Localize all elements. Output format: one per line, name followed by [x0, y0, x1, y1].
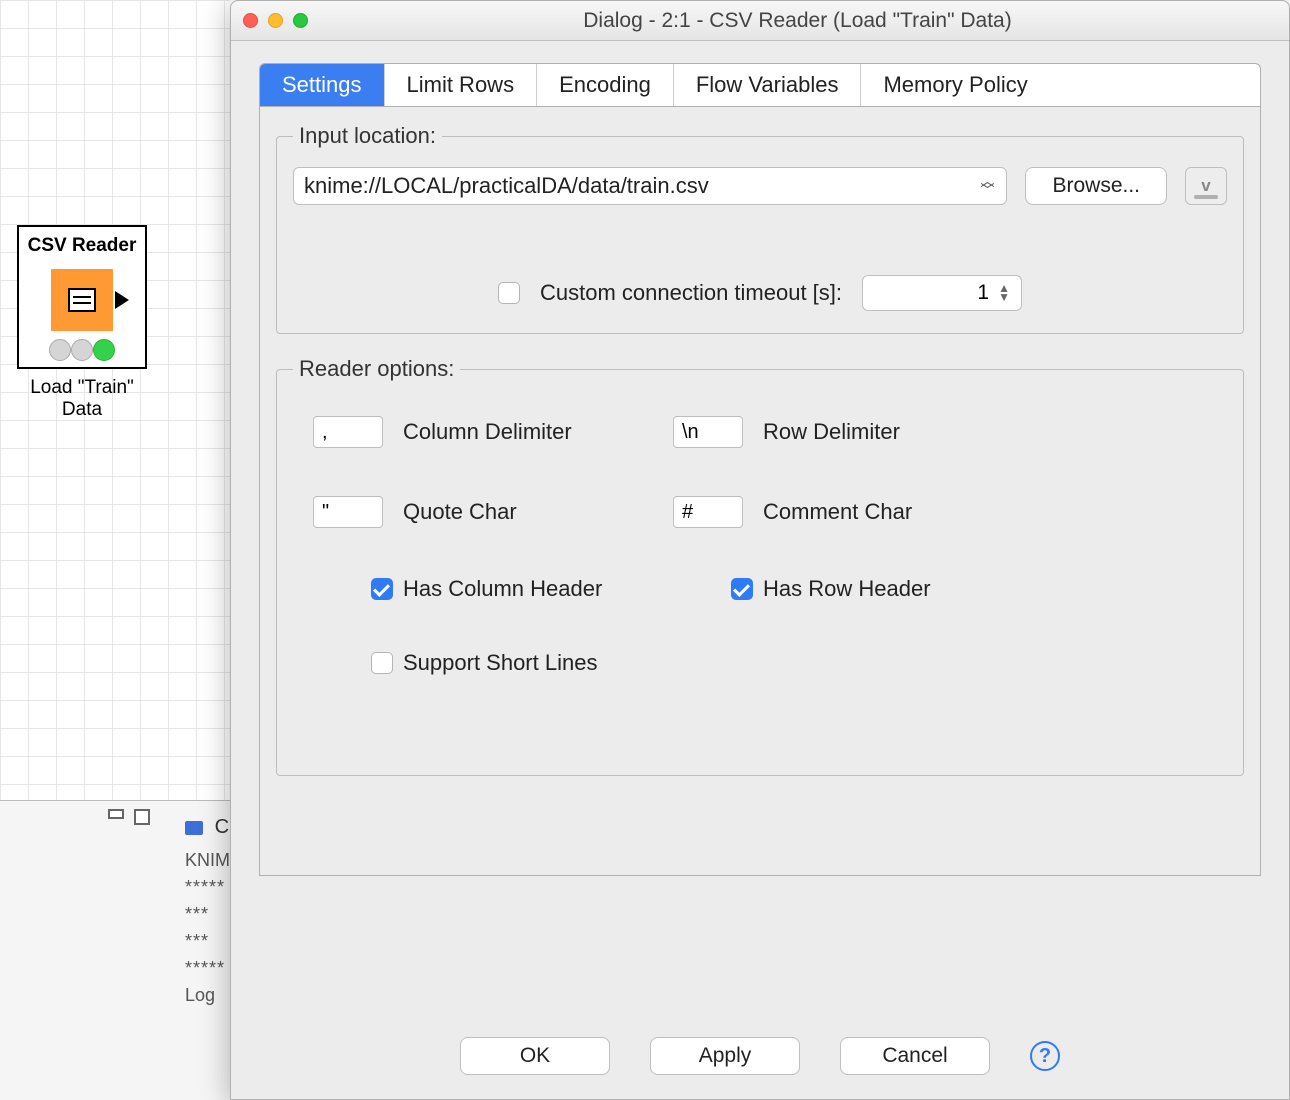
tab-settings[interactable]: Settings: [260, 64, 385, 106]
console-tab[interactable]: C: [215, 816, 229, 838]
dialog-footer: OK Apply Cancel ?: [231, 1037, 1289, 1075]
console-line: *****: [185, 955, 230, 982]
tab-encoding[interactable]: Encoding: [537, 64, 674, 106]
comment-char-label: Comment Char: [763, 499, 1023, 525]
tab-memory-policy[interactable]: Memory Policy: [861, 64, 1049, 106]
flow-variable-button[interactable]: v: [1185, 167, 1227, 205]
node-status: [21, 339, 143, 361]
timeout-input[interactable]: 1 ▲▼: [862, 275, 1022, 311]
close-icon[interactable]: [243, 13, 258, 28]
cancel-button[interactable]: Cancel: [840, 1037, 990, 1075]
maximize-panel-icon[interactable]: [134, 809, 150, 825]
row-delimiter-input[interactable]: [673, 416, 743, 448]
support-short-lines-label: Support Short Lines: [403, 650, 663, 676]
tab-flow-variables[interactable]: Flow Variables: [674, 64, 862, 106]
table-icon: [68, 288, 96, 312]
column-delimiter-input[interactable]: [313, 416, 383, 448]
timeout-label: Custom connection timeout [s]:: [540, 280, 842, 306]
apply-label: Apply: [699, 1044, 752, 1068]
output-port-icon[interactable]: [115, 291, 129, 309]
comment-char-input[interactable]: [673, 496, 743, 528]
browse-button[interactable]: Browse...: [1025, 167, 1167, 205]
has-column-header-checkbox[interactable]: [371, 578, 393, 600]
column-delimiter-label: Column Delimiter: [403, 419, 663, 445]
tab-bar: Settings Limit Rows Encoding Flow Variab…: [259, 63, 1261, 106]
csv-reader-dialog: Dialog - 2:1 - CSV Reader (Load "Train" …: [230, 0, 1290, 1100]
reader-options-legend: Reader options:: [293, 356, 460, 382]
settings-panel: Input location: knime://LOCAL/practicalD…: [259, 106, 1261, 876]
has-row-header-checkbox[interactable]: [731, 578, 753, 600]
support-short-lines-checkbox[interactable]: [371, 652, 393, 674]
status-dot-ready: [93, 339, 115, 361]
apply-button[interactable]: Apply: [650, 1037, 800, 1075]
file-path-value: knime://LOCAL/practicalDA/data/train.csv: [304, 173, 709, 199]
input-location-group: Input location: knime://LOCAL/practicalD…: [276, 123, 1244, 334]
node-box: CSV Reader: [17, 225, 147, 369]
ok-button[interactable]: OK: [460, 1037, 610, 1075]
minimize-icon[interactable]: [268, 13, 283, 28]
titlebar[interactable]: Dialog - 2:1 - CSV Reader (Load "Train" …: [231, 1, 1289, 41]
console-line: Log: [185, 982, 230, 1009]
minimize-panel-icon[interactable]: [108, 809, 124, 819]
console-line: KNIM: [185, 847, 230, 874]
reader-options-group: Reader options: Column Delimiter Row Del…: [276, 356, 1244, 776]
dropdown-arrows-icon[interactable]: ︿﹀: [978, 177, 996, 195]
timeout-value: 1: [977, 281, 989, 305]
quote-char-input[interactable]: [313, 496, 383, 528]
dialog-title: Dialog - 2:1 - CSV Reader (Load "Train" …: [318, 9, 1277, 33]
status-dot: [49, 339, 71, 361]
quote-char-label: Quote Char: [403, 499, 663, 525]
console-line: ***: [185, 928, 230, 955]
tab-limit-rows[interactable]: Limit Rows: [385, 64, 538, 106]
console-line: ***: [185, 901, 230, 928]
maximize-icon[interactable]: [293, 13, 308, 28]
node-icon: [51, 269, 113, 331]
stepper-arrows-icon[interactable]: ▲▼: [995, 284, 1013, 302]
input-location-legend: Input location:: [293, 123, 442, 149]
csv-reader-node[interactable]: CSV Reader Load "Train" Data: [17, 225, 147, 421]
ok-label: OK: [520, 1044, 550, 1068]
console-icon: [185, 821, 203, 835]
status-dot: [71, 339, 93, 361]
node-title: CSV Reader: [21, 231, 143, 263]
cancel-label: Cancel: [882, 1044, 947, 1068]
timeout-checkbox[interactable]: [498, 282, 520, 304]
browse-label: Browse...: [1052, 174, 1140, 198]
has-column-header-label: Has Column Header: [403, 576, 663, 602]
has-row-header-label: Has Row Header: [763, 576, 1023, 602]
node-label: Load "Train" Data: [17, 377, 147, 421]
console-line: *****: [185, 874, 230, 901]
help-icon[interactable]: ?: [1030, 1041, 1060, 1071]
file-path-combo[interactable]: knime://LOCAL/practicalDA/data/train.csv…: [293, 167, 1007, 205]
console-output: KNIM ***** *** *** ***** Log: [185, 847, 230, 1009]
row-delimiter-label: Row Delimiter: [763, 419, 1023, 445]
